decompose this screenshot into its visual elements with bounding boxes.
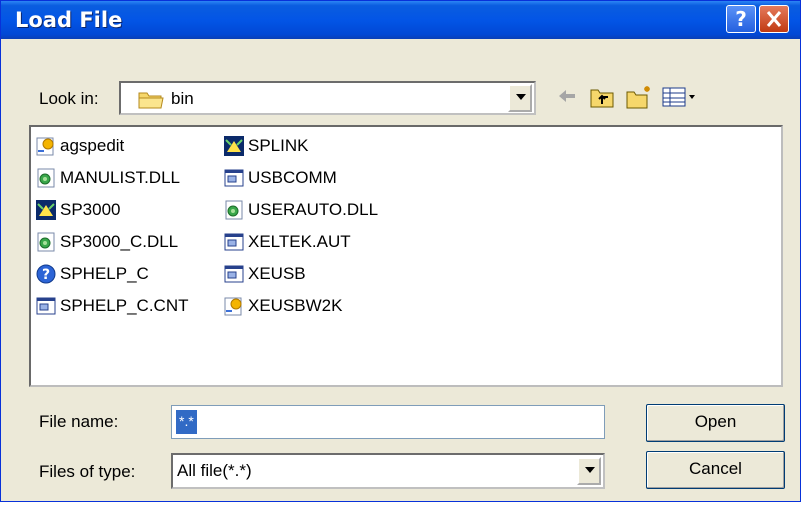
file-type-value: All file(*.*)	[177, 461, 252, 480]
list-item[interactable]: MANULIST.DLL	[35, 165, 180, 191]
load-file-dialog: Load File ? Look in: bin agspedit MANULI…	[0, 0, 801, 502]
close-icon	[766, 11, 782, 27]
exe-icon	[35, 135, 60, 157]
help-icon: ?	[35, 263, 60, 285]
list-item[interactable]: XEUSB	[223, 261, 306, 287]
file-icon	[35, 295, 60, 317]
look-in-dropdown-arrow[interactable]	[508, 84, 532, 112]
file-name-text: agspedit	[60, 136, 125, 155]
file-icon	[223, 231, 248, 253]
view-menu-icon[interactable]	[661, 84, 699, 108]
new-folder-icon[interactable]	[625, 84, 653, 110]
up-folder-icon[interactable]	[589, 84, 615, 110]
list-item[interactable]: SPHELP_C.CNT	[35, 293, 188, 319]
back-arrow-icon[interactable]	[556, 84, 578, 108]
file-name-input[interactable]: *.*	[171, 405, 605, 439]
file-name-text: XELTEK.AUT	[248, 232, 351, 251]
file-name-label: File name:	[39, 412, 119, 431]
list-item[interactable]: SPLINK	[223, 133, 308, 159]
look-in-value: bin	[171, 89, 194, 108]
app-icon	[223, 135, 248, 157]
dll-icon	[223, 199, 248, 221]
list-item[interactable]: XELTEK.AUT	[223, 229, 351, 255]
close-button[interactable]	[759, 5, 789, 33]
dialog-title: Load File	[15, 8, 123, 32]
help-icon: ?	[735, 7, 747, 31]
list-item[interactable]: XEUSBW2K	[223, 293, 342, 319]
file-type-dropdown[interactable]: All file(*.*)	[171, 453, 605, 489]
chevron-down-icon	[516, 94, 526, 100]
list-item[interactable]: USBCOMM	[223, 165, 337, 191]
file-name-text: SP3000_C.DLL	[60, 232, 179, 251]
file-icon	[223, 263, 248, 285]
file-icon	[223, 167, 248, 189]
help-button[interactable]: ?	[726, 5, 756, 33]
file-list[interactable]: agspedit MANULIST.DLL SP3000 SP3000_C.DLL? S…	[29, 125, 783, 387]
file-type-dropdown-arrow[interactable]	[577, 457, 601, 485]
exe-icon	[223, 295, 248, 317]
file-name-text: SPHELP_C.CNT	[60, 296, 189, 315]
chevron-down-icon	[585, 467, 595, 473]
file-name-text: USERAUTO.DLL	[248, 200, 379, 219]
file-name-text: XEUSBW2K	[248, 296, 343, 315]
open-button[interactable]: Open	[646, 404, 785, 442]
app-icon	[35, 199, 60, 221]
list-item[interactable]: USERAUTO.DLL	[223, 197, 378, 223]
list-item[interactable]: ? SPHELP_C	[35, 261, 149, 287]
svg-text:?: ?	[42, 267, 50, 283]
look-in-dropdown[interactable]: bin	[119, 81, 536, 115]
file-name-text: SPLINK	[248, 136, 309, 155]
dll-icon	[35, 231, 60, 253]
title-bar[interactable]: Load File ?	[1, 1, 800, 39]
folder-icon	[138, 92, 164, 109]
file-name-text: XEUSB	[248, 264, 306, 283]
file-name-text: MANULIST.DLL	[60, 168, 180, 187]
svg-text:?: ?	[735, 7, 747, 31]
list-item[interactable]: SP3000_C.DLL	[35, 229, 178, 255]
file-name-text: SP3000	[60, 200, 121, 219]
dll-icon	[35, 167, 60, 189]
file-name-text: SPHELP_C	[60, 264, 149, 283]
file-type-label: Files of type:	[39, 462, 136, 481]
cancel-button[interactable]: Cancel	[646, 451, 785, 489]
file-name-value: *.*	[176, 410, 197, 434]
list-item[interactable]: SP3000	[35, 197, 121, 223]
file-name-text: USBCOMM	[248, 168, 337, 187]
list-item[interactable]: agspedit	[35, 133, 124, 159]
look-in-label: Look in:	[39, 89, 99, 108]
